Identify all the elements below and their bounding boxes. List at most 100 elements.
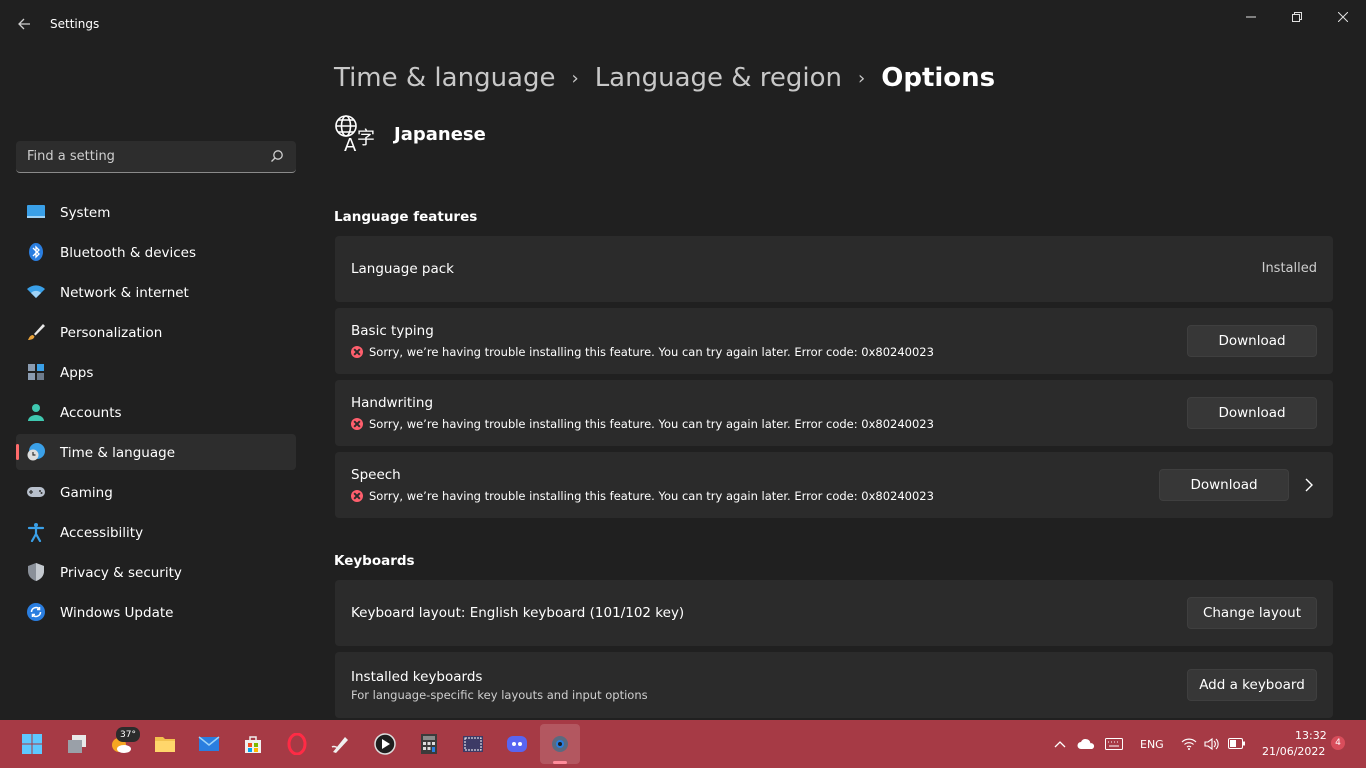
sidebar-item-label: System <box>60 205 111 221</box>
notification-count-badge[interactable]: 4 <box>1331 736 1345 750</box>
change-layout-button[interactable]: Change layout <box>1187 597 1317 629</box>
task-view-button[interactable] <box>57 724 97 764</box>
sidebar-item-network[interactable]: Network & internet <box>16 274 296 310</box>
restore-button[interactable] <box>1274 0 1320 34</box>
restore-icon <box>1292 12 1302 22</box>
error-message: Sorry, we’re having trouble installing t… <box>351 345 934 359</box>
controller-icon <box>27 487 45 497</box>
minimize-icon <box>1246 16 1256 18</box>
error-message: Sorry, we’re having trouble installing t… <box>351 417 934 431</box>
snipping-tool-button[interactable] <box>453 724 493 764</box>
breadcrumb-time-language[interactable]: Time & language <box>334 63 555 93</box>
volume-icon[interactable] <box>1204 737 1220 751</box>
windows-logo-icon <box>22 734 42 754</box>
sidebar-item-label: Accounts <box>60 405 122 421</box>
sidebar-item-bluetooth[interactable]: Bluetooth & devices <box>16 234 296 270</box>
sidebar-item-label: Accessibility <box>60 525 144 541</box>
language-pack-row: Language pack Installed <box>335 236 1333 302</box>
speech-row[interactable]: Speech Sorry, we’re having trouble insta… <box>335 452 1333 518</box>
error-text: Sorry, we’re having trouble installing t… <box>369 417 934 431</box>
feature-title: Speech <box>351 467 401 483</box>
sidebar-item-label: Windows Update <box>60 605 174 621</box>
installed-keyboards-row: Installed keyboards For language-specifi… <box>335 652 1333 718</box>
chevron-right-icon: › <box>571 67 579 89</box>
clock-date[interactable]: 21/06/2022 <box>1262 745 1325 758</box>
mail-icon <box>198 736 220 751</box>
installed-keyboards-description: For language-specific key layouts and in… <box>351 688 648 702</box>
globe-clock-icon <box>27 443 45 461</box>
sidebar-item-accessibility[interactable]: Accessibility <box>16 514 296 550</box>
wifi-icon <box>27 285 45 298</box>
store-button[interactable] <box>233 724 273 764</box>
svg-text:字: 字 <box>357 128 375 149</box>
sidebar-item-accounts[interactable]: Accounts <box>16 394 296 430</box>
sidebar-item-privacy[interactable]: Privacy & security <box>16 554 296 590</box>
download-button[interactable]: Download <box>1187 325 1317 357</box>
media-player-button[interactable] <box>365 724 405 764</box>
store-icon <box>245 736 261 753</box>
settings-taskbar-button[interactable] <box>540 724 580 764</box>
sidebar-item-apps[interactable]: Apps <box>16 354 296 390</box>
sidebar-item-time-language[interactable]: Time & language <box>16 434 296 470</box>
sidebar-item-system[interactable]: System <box>16 194 296 230</box>
search-icon <box>271 150 283 162</box>
battery-icon[interactable] <box>1228 738 1246 749</box>
taskbar: ENG 13:32 21/06/2022 <box>0 720 1366 768</box>
status-badge: Installed <box>1261 261 1317 276</box>
breadcrumb-language-region[interactable]: Language & region <box>595 63 842 93</box>
display-icon <box>27 205 45 218</box>
shield-icon <box>28 563 44 581</box>
add-keyboard-button[interactable]: Add a keyboard <box>1187 669 1317 701</box>
sidebar-item-personalization[interactable]: Personalization <box>16 314 296 350</box>
error-text: Sorry, we’re having trouble installing t… <box>369 489 934 503</box>
chevron-right-icon: › <box>858 67 866 89</box>
update-icon <box>27 603 45 621</box>
input-language-indicator[interactable]: ENG <box>1140 738 1164 751</box>
download-button[interactable]: Download <box>1159 469 1289 501</box>
brush-icon <box>28 324 45 340</box>
close-icon <box>1338 12 1348 22</box>
feature-title: Handwriting <box>351 395 434 411</box>
sidebar-item-gaming[interactable]: Gaming <box>16 474 296 510</box>
title-bar: Settings <box>0 0 1366 48</box>
chevron-right-icon <box>1305 478 1313 492</box>
pen-app-button[interactable] <box>321 724 361 764</box>
search-input[interactable]: Find a setting <box>16 141 296 173</box>
calculator-button[interactable] <box>409 724 449 764</box>
discord-icon <box>507 736 527 752</box>
language-name: Japanese <box>394 123 486 145</box>
snipping-icon <box>463 736 483 752</box>
download-button[interactable]: Download <box>1187 397 1317 429</box>
discord-button[interactable] <box>497 724 537 764</box>
back-button[interactable] <box>10 10 38 38</box>
error-message: Sorry, we’re having trouble installing t… <box>351 489 934 503</box>
clock-time[interactable]: 13:32 <box>1295 729 1327 742</box>
language-icon: A 字 <box>335 115 375 154</box>
sidebar-item-label: Personalization <box>60 325 163 341</box>
pen-icon <box>331 737 348 753</box>
sidebar-item-label: Bluetooth & devices <box>60 245 197 261</box>
sidebar-nav: System Bluetooth & devices Network & int… <box>16 194 296 634</box>
calculator-icon <box>421 734 437 754</box>
sidebar-item-label: Time & language <box>60 445 176 461</box>
page-title: Options <box>881 63 996 93</box>
minimize-button[interactable] <box>1228 0 1274 34</box>
file-explorer-button[interactable] <box>145 724 185 764</box>
keyboard-layout-label: Keyboard layout: English keyboard (101/1… <box>351 605 685 621</box>
wifi-icon[interactable] <box>1181 737 1197 751</box>
basic-typing-row: Basic typing Sorry, we’re having trouble… <box>335 308 1333 374</box>
sidebar-item-windows-update[interactable]: Windows Update <box>16 594 296 630</box>
apps-icon <box>28 364 44 380</box>
sidebar-item-label: Gaming <box>60 485 113 501</box>
sidebar-item-label: Network & internet <box>60 285 189 301</box>
keyboard-icon[interactable] <box>1105 738 1123 750</box>
opera-button[interactable] <box>277 724 317 764</box>
chevron-up-icon[interactable] <box>1054 739 1066 749</box>
onedrive-cloud-icon[interactable] <box>1077 738 1095 750</box>
language-header: A 字 Japanese <box>334 112 486 156</box>
close-button[interactable] <box>1320 0 1366 34</box>
start-button[interactable] <box>12 724 52 764</box>
mail-button[interactable] <box>189 724 229 764</box>
weather-temperature: 37° <box>116 727 140 742</box>
back-arrow-icon <box>18 18 30 30</box>
